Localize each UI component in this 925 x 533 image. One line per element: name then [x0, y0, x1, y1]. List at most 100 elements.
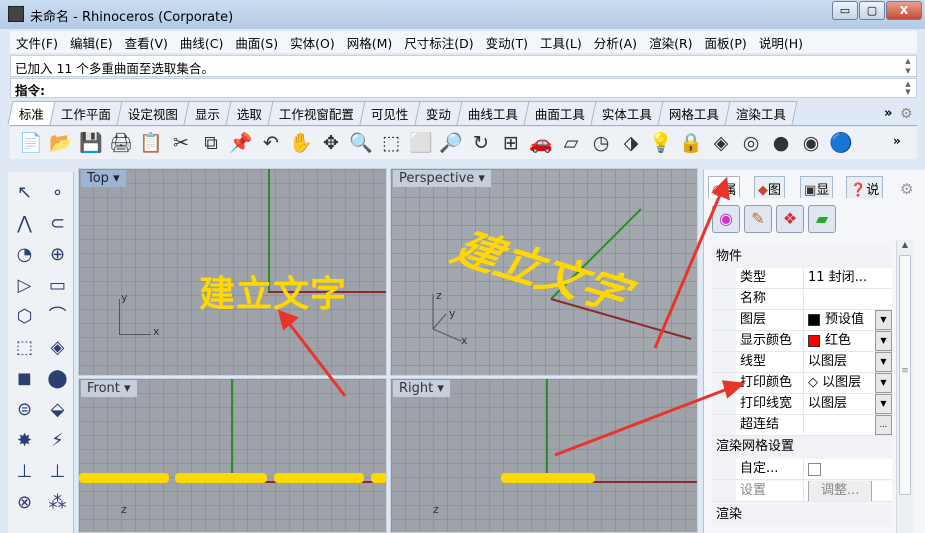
toolbar-tool-icon[interactable]: ↻ — [466, 129, 496, 157]
toolbar-tool-icon[interactable]: 📌 — [226, 129, 256, 157]
toolbar-tab-9[interactable]: 曲面工具 — [523, 101, 597, 125]
close-button[interactable]: X — [886, 1, 922, 20]
toolbar-tool-icon[interactable]: 📋 — [136, 129, 166, 157]
menu-item-5[interactable]: 实体(O) — [284, 33, 341, 52]
toolbar-tool-icon[interactable]: ⬜ — [406, 129, 436, 157]
toolbar-tab-12[interactable]: 渲染工具 — [724, 101, 798, 125]
panel-button-3[interactable]: ▰ — [808, 205, 836, 233]
command-scroll-icon[interactable]: ▲ ▼ — [902, 80, 914, 96]
toolbar-tool-icon[interactable]: ◉ — [796, 129, 826, 157]
panel-button-1[interactable]: ✎ — [744, 205, 772, 233]
panel-button-0[interactable]: ◉ — [712, 205, 740, 233]
toolbar-tab-0[interactable]: 标准 — [7, 101, 56, 125]
maximize-button[interactable]: ▢ — [859, 1, 885, 20]
toolbar-tool-icon[interactable]: 🖨 — [106, 129, 136, 157]
toolbar-tool-icon[interactable]: ▱ — [556, 129, 586, 157]
panel-scrollbar[interactable]: ▲ ≡ — [896, 240, 913, 533]
menu-item-1[interactable]: 编辑(E) — [64, 33, 119, 52]
property-value[interactable] — [804, 415, 875, 435]
toolbar-tool-icon[interactable]: ● — [766, 129, 796, 157]
toolbar-tool-icon[interactable]: 📂 — [46, 129, 76, 157]
left-tool-icon[interactable]: ↖ — [8, 178, 41, 209]
left-tool-icon[interactable]: ⬙ — [41, 395, 74, 426]
toolbar-tab-3[interactable]: 显示 — [183, 101, 232, 125]
panel-gear-icon[interactable]: ⚙ — [900, 180, 913, 198]
left-tool-icon[interactable]: ⬚ — [8, 333, 41, 364]
chevron-down-icon[interactable]: ▼ — [875, 331, 892, 351]
toolbar-tool-icon[interactable]: 🚗 — [526, 129, 556, 157]
toolbar-tab-2[interactable]: 设定视图 — [116, 101, 190, 125]
menu-item-6[interactable]: 网格(M) — [341, 33, 399, 52]
left-tool-icon[interactable]: ⊜ — [8, 395, 41, 426]
toolbar-more-button[interactable]: » — [893, 134, 901, 148]
property-value[interactable]: 以图层 — [804, 394, 875, 414]
left-tool-icon[interactable]: ⬡ — [8, 302, 41, 333]
toolbar-tab-5[interactable]: 工作视窗配置 — [267, 101, 366, 125]
toolbar-tab-6[interactable]: 可见性 — [359, 101, 421, 125]
left-tool-icon[interactable]: ⊗ — [8, 488, 41, 519]
toolbar-tool-icon[interactable]: ◷ — [586, 129, 616, 157]
tabs-more-button[interactable]: » — [884, 106, 892, 121]
property-value[interactable]: 11 封闭... — [804, 268, 892, 288]
toolbar-tool-icon[interactable]: 💾 — [76, 129, 106, 157]
command-line[interactable]: 指令: ▲ ▼ — [10, 78, 917, 98]
left-tool-icon[interactable]: ⁂ — [41, 488, 74, 519]
toolbar-tab-10[interactable]: 实体工具 — [590, 101, 664, 125]
text-object-front[interactable] — [79, 473, 169, 483]
left-tool-icon[interactable]: ⋀ — [8, 209, 41, 240]
menu-item-10[interactable]: 分析(A) — [588, 33, 643, 52]
toolbar-tab-7[interactable]: 变动 — [414, 101, 463, 125]
left-tool-icon[interactable]: ⊥ — [41, 457, 74, 488]
menu-item-0[interactable]: 文件(F) — [10, 33, 64, 52]
minimize-button[interactable]: ▭ — [832, 1, 858, 20]
chevron-down-icon[interactable]: ▼ — [875, 394, 892, 414]
scroll-down-icon[interactable]: ▼ — [902, 67, 914, 75]
text-object[interactable]: 建立文字 — [199, 265, 347, 317]
menu-item-7[interactable]: 尺寸标注(D) — [398, 33, 479, 52]
toolbar-tool-icon[interactable]: ✥ — [316, 129, 346, 157]
toolbar-tool-icon[interactable]: ✂ — [166, 129, 196, 157]
viewport-front[interactable]: Front ▾ z — [78, 378, 387, 533]
menu-item-13[interactable]: 说明(H) — [753, 33, 809, 52]
left-tool-icon[interactable]: ⊂ — [41, 209, 74, 240]
adjust-button[interactable]: 调整... — [808, 481, 873, 501]
left-tool-icon[interactable]: ▷ — [8, 271, 41, 302]
custom-mesh-checkbox[interactable] — [808, 462, 821, 476]
panel-tab-2[interactable]: ▣显 — [800, 176, 834, 198]
panel-tab-0[interactable]: ◉属 — [708, 176, 741, 198]
chevron-down-icon[interactable]: ▼ — [875, 352, 892, 372]
property-value[interactable]: 以图层 — [804, 352, 875, 372]
toolbar-tool-icon[interactable]: ⊞ — [496, 129, 526, 157]
viewport-title-top[interactable]: Top ▾ — [81, 170, 126, 187]
toolbar-tool-icon[interactable]: 💡 — [646, 129, 676, 157]
scroll-up-icon[interactable]: ▲ — [902, 57, 914, 65]
menu-item-2[interactable]: 查看(V) — [119, 33, 174, 52]
viewport-top[interactable]: Top ▾ 建立文字 y x — [78, 168, 387, 376]
menu-item-4[interactable]: 曲面(S) — [229, 33, 284, 52]
left-tool-icon[interactable]: ▭ — [41, 271, 74, 302]
left-tool-icon[interactable]: ◔ — [8, 240, 41, 271]
left-tool-icon[interactable]: ⚡ — [41, 426, 74, 457]
toolbar-tab-1[interactable]: 工作平面 — [49, 101, 123, 125]
toolbar-tool-icon[interactable]: 🔒 — [676, 129, 706, 157]
property-value[interactable]: 预设值 — [804, 310, 875, 330]
viewport-right[interactable]: Right ▾ z — [390, 378, 698, 533]
viewport-title-right[interactable]: Right ▾ — [393, 380, 450, 397]
toolbar-tool-icon[interactable]: 🔍 — [346, 129, 376, 157]
toolbar-tab-11[interactable]: 网格工具 — [657, 101, 731, 125]
left-tool-icon[interactable]: ⊥ — [8, 457, 41, 488]
left-tool-icon[interactable]: ⊕ — [41, 240, 74, 271]
gear-icon[interactable]: ⚙ — [900, 106, 913, 122]
toolbar-tool-icon[interactable]: ↶ — [256, 129, 286, 157]
toolbar-tool-icon[interactable]: ◈ — [706, 129, 736, 157]
menu-item-9[interactable]: 工具(L) — [534, 33, 588, 52]
scrollbar-thumb[interactable]: ≡ — [899, 255, 911, 495]
panel-tab-1[interactable]: ◆图 — [754, 176, 786, 198]
menu-item-3[interactable]: 曲线(C) — [174, 33, 229, 52]
panel-button-2[interactable]: ❖ — [776, 205, 804, 233]
toolbar-tab-8[interactable]: 曲线工具 — [456, 101, 530, 125]
toolbar-tab-4[interactable]: 选取 — [225, 101, 274, 125]
chevron-down-icon[interactable]: ▼ — [875, 373, 892, 393]
left-tool-icon[interactable]: ⬤ — [41, 364, 74, 395]
panel-tab-3[interactable]: ❓说 — [846, 176, 884, 198]
